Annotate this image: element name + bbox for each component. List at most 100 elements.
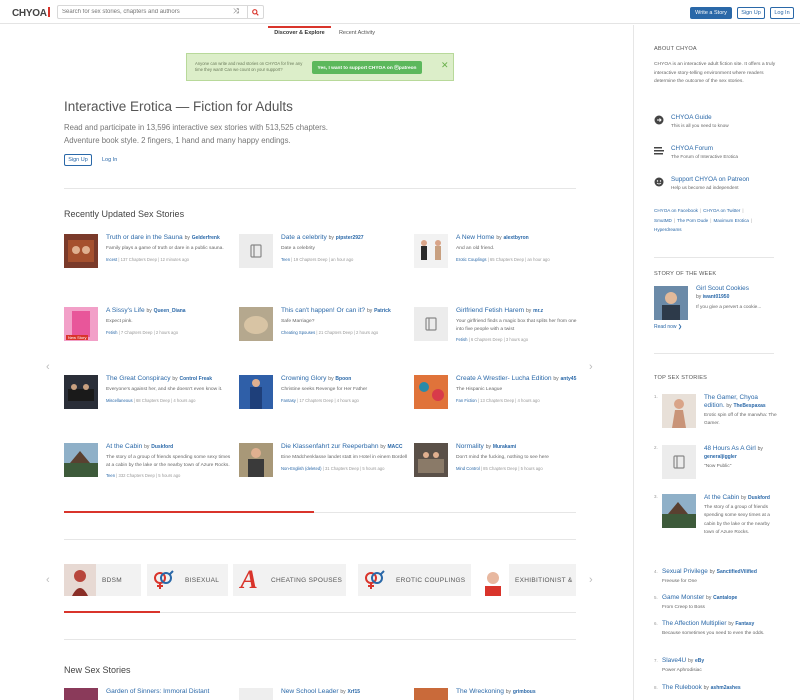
story-thumb[interactable] <box>414 375 448 409</box>
story-card[interactable]: At the Cabin by Duskford The story of a g… <box>64 443 234 503</box>
category-exhibitionist[interactable]: EXHIBITIONIST & <box>477 564 576 596</box>
story-author[interactable]: Gelderfrenk <box>192 235 220 241</box>
sotw-read-link[interactable]: Read now ❯ <box>654 324 682 330</box>
new-story-thumb[interactable] <box>64 688 98 700</box>
social-link[interactable]: Maximum Erotica <box>713 218 748 223</box>
story-author[interactable]: pipster2927 <box>336 235 364 241</box>
hero-login-link[interactable]: Log In <box>102 157 117 163</box>
story-category[interactable]: Fantasy <box>281 398 296 403</box>
story-thumb[interactable] <box>239 307 273 341</box>
story-title[interactable]: Date a celebrity by pipster2927 <box>281 234 409 242</box>
story-title[interactable]: A Sissy's Life by Queen_Diana <box>106 307 234 315</box>
category-cheating-spouses[interactable]: A CHEATING SPOUSES <box>233 564 346 596</box>
story-category[interactable]: Teen <box>106 473 115 478</box>
story-author[interactable]: Murakami <box>493 444 516 450</box>
top-story-item[interactable]: 2. 48 Hours As A Girl by generaljiggler "… <box>654 445 779 490</box>
category-erotic-couplings[interactable]: EROTIC COUPLINGS <box>358 564 471 596</box>
story-title[interactable]: The Great Conspiracy by Control Freak <box>106 375 234 383</box>
story-card[interactable]: Truth or dare in the Sauna by Gelderfren… <box>64 234 234 294</box>
story-card[interactable]: Girlfriend Fetish Harem by mr.z Your girl… <box>414 307 584 367</box>
story-card[interactable]: Date a celebrity by pipster2927 Date a ce… <box>239 234 409 294</box>
sotw-thumb[interactable] <box>654 286 688 320</box>
social-link[interactable]: The Porn Dude <box>677 218 708 223</box>
story-author[interactable]: MACC <box>387 444 402 450</box>
story-title[interactable]: This can't happen! Or can it? by Patrick <box>281 307 409 315</box>
site-logo[interactable]: CHYOA <box>12 7 50 19</box>
story-card[interactable]: This can't happen! Or can it? by Patrick… <box>239 307 409 367</box>
story-thumb[interactable] <box>414 234 448 268</box>
carousel-next-icon[interactable]: › <box>589 361 593 373</box>
new-story-thumb[interactable] <box>414 688 448 700</box>
story-thumb[interactable] <box>414 443 448 477</box>
sotw-story-title[interactable]: Girl Scout Cookies <box>696 285 776 292</box>
story-category[interactable]: Fetish <box>456 337 467 342</box>
story-author[interactable]: Patrick <box>374 308 391 314</box>
story-title[interactable]: At the Cabin by Duskford <box>106 443 234 451</box>
story-thumb[interactable] <box>64 375 98 409</box>
tab-discover[interactable]: Discover & Explore <box>268 26 331 40</box>
hero-signup-button[interactable]: Sign Up <box>64 154 92 166</box>
story-thumb[interactable]: New Story <box>64 307 98 341</box>
signup-button[interactable]: Sign Up <box>737 7 765 19</box>
story-author[interactable]: anty45 <box>561 376 577 382</box>
new-story-title-3[interactable]: The Wreckoning by grimbous <box>456 688 536 695</box>
search-input[interactable] <box>62 9 222 15</box>
shuffle-icon[interactable]: ⤨ <box>233 8 239 16</box>
story-title[interactable]: A New Home by alextbyron <box>456 234 584 242</box>
story-category[interactable]: Fetish <box>106 330 117 335</box>
patreon-support-button[interactable]: Yes, I want to support CHYOA on Ⓟpatreon <box>312 61 422 74</box>
story-author[interactable]: Queen_Diana <box>154 308 186 314</box>
story-author[interactable]: Bpoon <box>335 376 351 382</box>
category-bisexual[interactable]: BISEXUAL <box>147 564 228 596</box>
tab-recent-activity[interactable]: Recent Activity <box>331 26 383 40</box>
story-title[interactable]: Normality by Murakami <box>456 443 584 451</box>
login-button[interactable]: Log In <box>770 7 794 19</box>
story-title[interactable]: Girlfriend Fetish Harem by mr.z <box>456 307 584 315</box>
story-card[interactable]: Crowning Glory by Bpoon Christine seeks R… <box>239 375 409 435</box>
story-author[interactable]: mr.z <box>533 308 543 314</box>
top-story-item[interactable]: 5. Game Monster by Cantalope From Creep to… <box>654 594 779 614</box>
new-story-title[interactable]: Garden of Sinners: Immoral Distant <box>106 688 209 695</box>
story-card[interactable]: A New Home by alextbyron And an old frien… <box>414 234 584 294</box>
top-story-item[interactable]: 6. The Affection Multiplier by Fantasy Bec… <box>654 620 779 650</box>
social-link[interactable]: CHYOA on Facebook <box>654 208 698 213</box>
story-title[interactable]: Crowning Glory by Bpoon <box>281 375 409 383</box>
story-card[interactable]: New Story A Sissy's Life by Queen_Diana Ex… <box>64 307 234 367</box>
story-thumb[interactable] <box>64 234 98 268</box>
story-category[interactable]: Cheating Spouses <box>281 330 315 335</box>
social-link[interactable]: CHYOA on Twitter <box>703 208 740 213</box>
top-story-item[interactable]: 4. Sexual Privilege by SanctifiedVilified… <box>654 568 779 588</box>
story-card[interactable]: The Great Conspiracy by Control Freak Eve… <box>64 375 234 435</box>
story-category[interactable]: Mind Control <box>456 466 480 471</box>
story-category[interactable]: Erotic Couplings <box>456 257 487 262</box>
story-thumb[interactable] <box>64 443 98 477</box>
top-story-item[interactable]: 7. Slave4U by eBy Power Aphrodisiac <box>654 657 779 677</box>
social-link[interactable]: Hyperdreams <box>654 227 682 232</box>
story-title[interactable]: Truth or dare in the Sauna by Gelderfren… <box>106 234 234 242</box>
category-next-icon[interactable]: › <box>589 574 593 586</box>
write-story-button[interactable]: Write a Story <box>690 7 732 19</box>
category-bdsm[interactable]: BDSM <box>64 564 141 596</box>
new-story-title-2[interactable]: New School Leader by Xrf15 <box>281 688 360 695</box>
story-thumb[interactable] <box>414 307 448 341</box>
social-link[interactable]: SmutMD <box>654 218 672 223</box>
story-category[interactable]: Fan Fiction <box>456 398 477 403</box>
new-story-thumb[interactable] <box>239 688 273 700</box>
story-author[interactable]: Duskford <box>151 444 173 450</box>
top-story-item[interactable]: 8. The Rulebook by ashm2ashes <box>654 684 779 696</box>
story-category[interactable]: Non-English (deleted) <box>281 466 322 471</box>
close-icon[interactable]: ✕ <box>441 60 449 71</box>
category-prev-icon[interactable]: ‹ <box>46 574 50 586</box>
search-button[interactable] <box>247 6 263 18</box>
story-thumb[interactable] <box>239 443 273 477</box>
story-category[interactable]: Incest <box>106 257 117 262</box>
story-title[interactable]: Create A Wrestler- Lucha Edition by anty… <box>456 375 584 383</box>
story-title[interactable]: Die Klassenfahrt zur Reeperbahn by MACC <box>281 443 409 451</box>
story-author[interactable]: alextbyron <box>503 235 528 241</box>
story-category[interactable]: Teen <box>281 257 290 262</box>
top-story-item[interactable]: 1. The Gamer, Chyoa edition. by TheBespa… <box>654 394 779 439</box>
story-card[interactable]: Create A Wrestler- Lucha Edition by anty… <box>414 375 584 435</box>
story-category[interactable]: Miscellaneous <box>106 398 133 403</box>
story-card[interactable]: Normality by Murakami Don't mind the fuck… <box>414 443 584 503</box>
story-thumb[interactable] <box>239 234 273 268</box>
